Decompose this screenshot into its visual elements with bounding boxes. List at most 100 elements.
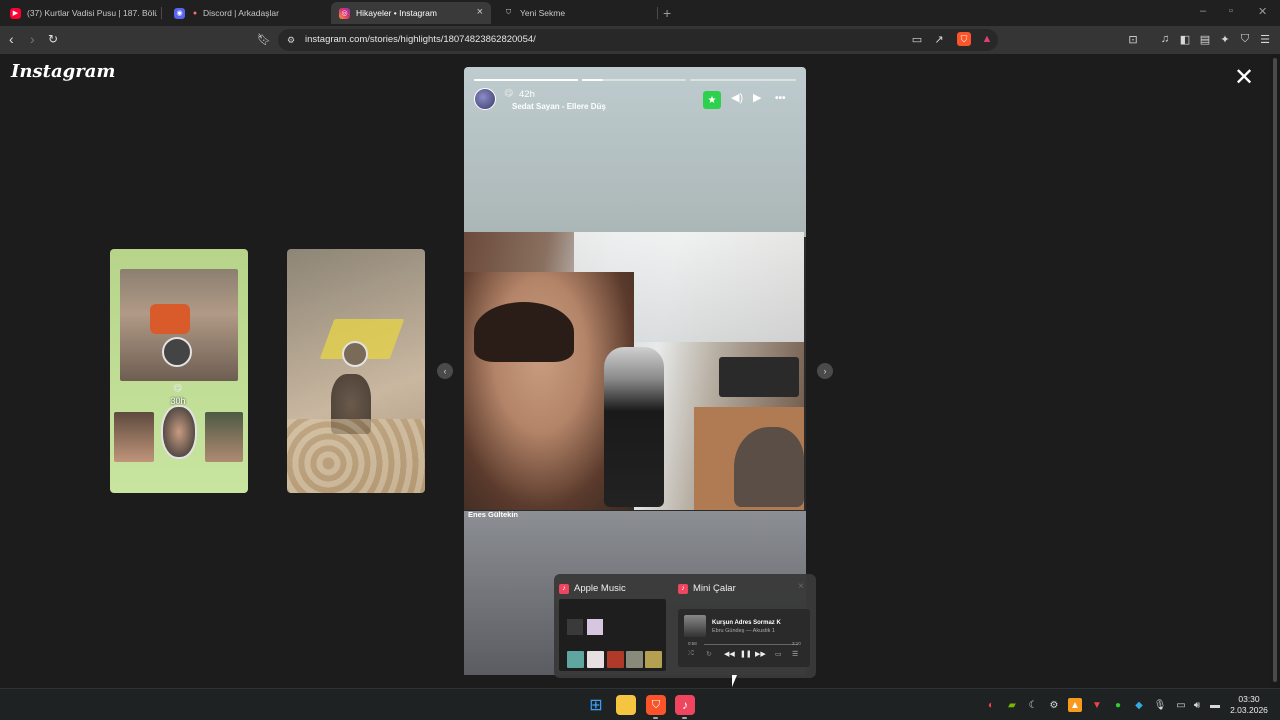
windows-start-icon[interactable]: ⊞ <box>586 695 606 715</box>
media-icon[interactable]: ♫ <box>1158 32 1172 46</box>
story-preview-card[interactable]: 😋 30h <box>110 249 248 493</box>
tab-youtube[interactable]: ▶ (37) Kurtlar Vadisi Pusu | 187. Bölüm <box>2 2 157 24</box>
apple-music-preview-title[interactable]: ♪ Apple Music <box>559 583 626 594</box>
tray-app-icon[interactable]: ◐ <box>984 698 998 712</box>
minimize-button[interactable]: – <box>1200 5 1206 17</box>
album-art <box>587 651 604 668</box>
reload-button[interactable]: ↻ <box>48 32 58 46</box>
brave-rewards-icon[interactable]: ▲ <box>980 32 994 46</box>
story-preview-photo <box>150 304 190 334</box>
volume-icon[interactable]: 🔊︎ <box>1190 698 1204 712</box>
album-art <box>567 619 583 635</box>
photo-cat <box>734 427 804 507</box>
album-art <box>607 651 624 668</box>
tray-app-icon[interactable]: ● <box>1111 698 1125 712</box>
vpn-icon[interactable]: ⛉ <box>1238 32 1252 46</box>
album-art <box>587 619 603 635</box>
story-preview-card[interactable]: 12h <box>287 249 425 493</box>
toolbar: ‹ › ↻ 🔖︎ ⚙︎ instagram.com/stories/highli… <box>0 26 1280 54</box>
back-button[interactable]: ‹ <box>9 31 14 47</box>
running-indicator <box>682 717 687 719</box>
taskbar-clock[interactable]: 03:30 2.03.2026 <box>1226 694 1272 716</box>
close-friends-star-icon[interactable]: ★ <box>703 91 721 109</box>
url-text[interactable]: instagram.com/stories/highlights/1807482… <box>305 34 536 45</box>
story-mention[interactable]: Enes Gültekin <box>468 510 518 519</box>
photo-hair <box>474 302 574 362</box>
battery-icon[interactable]: ▬ <box>1208 698 1222 712</box>
previous-story-button[interactable]: ‹ <box>437 363 453 379</box>
mute-button[interactable]: ◀︎) <box>731 91 743 104</box>
forward-button[interactable]: › <box>30 31 35 47</box>
tray-app-icon[interactable]: ▲ <box>1068 698 1082 712</box>
bookmark-icon[interactable]: 🔖︎ <box>257 32 271 46</box>
avatar <box>342 341 368 367</box>
story-photo <box>464 232 804 510</box>
previous-track-icon[interactable]: ◀◀ <box>724 650 735 658</box>
mini-player-preview-title[interactable]: ♪ Mini Çalar <box>678 583 736 594</box>
brave-browser-icon[interactable]: ⛉ <box>646 695 666 715</box>
file-explorer-icon[interactable] <box>616 695 636 715</box>
tab-title: Yeni Sekme <box>520 8 566 18</box>
album-art <box>567 651 584 668</box>
story-preview-photo <box>287 419 425 493</box>
pause-icon[interactable]: ❚❚ <box>740 650 752 658</box>
clock-date: 2.03.2026 <box>1230 705 1268 715</box>
brave-shields-icon[interactable]: ⛉ <box>957 32 971 46</box>
story-preview-photo <box>114 412 154 462</box>
story-avatar[interactable] <box>474 88 496 110</box>
tray-app-icon[interactable]: ⚙︎ <box>1047 698 1061 712</box>
tab-title: Discord | Arkadaşlar <box>203 8 279 18</box>
next-track-icon[interactable]: ▶▶ <box>755 650 766 658</box>
apple-music-icon: ♪ <box>678 583 688 594</box>
queue-icon[interactable]: ☰ <box>792 650 798 658</box>
tray-app-icon[interactable]: ☾ <box>1026 698 1040 712</box>
microphone-icon[interactable]: 🎙︎ <box>1153 698 1167 712</box>
share-icon[interactable]: ↗ <box>932 32 946 46</box>
preview-close-button[interactable]: × <box>798 581 804 592</box>
story-progress-bar <box>582 79 686 81</box>
story-progress-fill <box>582 79 603 81</box>
window-close-button[interactable]: ✕ <box>1258 5 1267 18</box>
apple-music-window-thumbnail[interactable] <box>559 599 666 671</box>
page-scrollbar[interactable] <box>1270 54 1280 688</box>
emoji-icon: 😋 <box>504 88 514 98</box>
mini-player-song: Kurşun Adres Sormaz K <box>712 620 781 626</box>
security-icon[interactable]: ◆ <box>1132 698 1146 712</box>
tab-new[interactable]: ⛉ Yeni Sekme <box>495 2 655 24</box>
close-tab-icon[interactable]: × <box>477 6 483 18</box>
running-indicator <box>653 717 658 719</box>
site-settings-icon[interactable]: ⚙︎ <box>284 33 298 47</box>
more-options-button[interactable]: ••• <box>775 93 786 104</box>
story-music-label[interactable]: Sedat Sayan - Ellere Düş <box>512 102 606 111</box>
screenshot-icon[interactable]: ⊡ <box>1126 32 1140 46</box>
tab-instagram[interactable]: ◎ Hikayeler • Instagram × <box>331 2 491 24</box>
cast-icon[interactable]: ▭ <box>910 32 924 46</box>
shuffle-icon[interactable]: ⤮ <box>688 650 694 658</box>
repeat-icon[interactable]: ↻ <box>706 650 712 658</box>
instagram-logo[interactable]: Instagram <box>11 61 115 82</box>
story-preview-photo <box>205 412 243 462</box>
leo-ai-icon[interactable]: ✦ <box>1218 32 1232 46</box>
scrollbar-thumb[interactable] <box>1273 58 1277 682</box>
nvidia-icon[interactable]: ▰ <box>1005 698 1019 712</box>
tab-title: (37) Kurtlar Vadisi Pusu | 187. Bölüm <box>27 8 157 18</box>
discord-icon: ◉ <box>174 7 185 19</box>
tray-app-icon[interactable]: ▼ <box>1090 698 1104 712</box>
new-tab-button[interactable]: + <box>663 5 671 21</box>
play-button[interactable]: ▶ <box>753 91 761 104</box>
mini-player-window-thumbnail[interactable]: Kurşun Adres Sormaz K Ebru Gündeş — Akus… <box>678 609 810 667</box>
tab-discord[interactable]: ◉ ● Discord | Arkadaşlar <box>166 2 326 24</box>
lyrics-icon[interactable]: ▭ <box>775 650 782 658</box>
next-story-button[interactable]: › <box>817 363 833 379</box>
wallet-icon[interactable]: ▤ <box>1198 32 1212 46</box>
apple-music-icon[interactable]: ♪ <box>675 695 695 715</box>
tab-bar: ▶ (37) Kurtlar Vadisi Pusu | 187. Bölüm … <box>0 0 1280 26</box>
close-stories-button[interactable]: ✕ <box>1234 66 1254 90</box>
maximize-button[interactable]: ▫ <box>1229 5 1233 17</box>
network-icon[interactable]: ▭ <box>1174 698 1188 712</box>
sidebar-icon[interactable]: ◧ <box>1178 32 1192 46</box>
address-bar[interactable]: ⚙︎ instagram.com/stories/highlights/1807… <box>278 29 998 51</box>
menu-icon[interactable]: ☰ <box>1258 32 1272 46</box>
mini-player-artist: Ebru Gündeş — Akustik 1 <box>712 628 775 634</box>
photo-printer <box>719 357 799 397</box>
